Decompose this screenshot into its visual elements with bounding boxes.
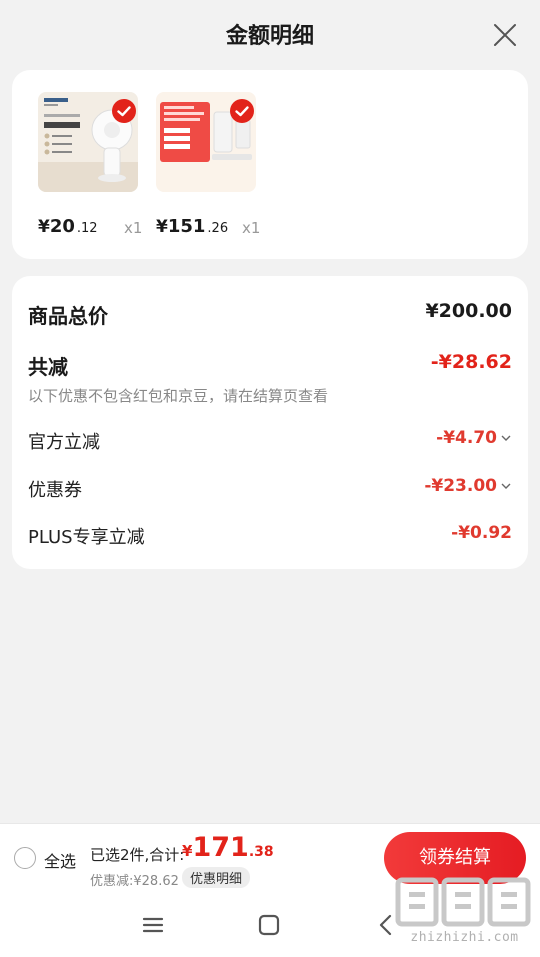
price-integer: 151: [167, 216, 206, 237]
watermark-text: zhizhizhi.com: [410, 930, 519, 945]
header: 金额明细: [0, 0, 540, 68]
watermark-logo-icon: [395, 877, 531, 927]
total-price-label: 商品总价: [28, 304, 108, 328]
discount-amount: -¥0.92: [451, 523, 512, 543]
discount-row-plus: PLUS专享立减 -¥0.92: [28, 523, 512, 549]
price-integer: 20: [49, 216, 75, 237]
discount-detail-button[interactable]: 优惠明细: [182, 867, 251, 888]
close-icon: [494, 24, 516, 46]
chevron-down-icon[interactable]: [500, 432, 512, 444]
price-decimal: .12: [76, 221, 98, 236]
price-decimal: .26: [207, 221, 229, 236]
close-button[interactable]: [490, 20, 520, 50]
select-all-radio[interactable]: [14, 847, 36, 869]
discount-label: PLUS专享立减: [28, 527, 145, 548]
product-price: ¥151.26: [156, 216, 228, 237]
products-card: ¥20.12 x1 ¥151.26 x1: [12, 70, 528, 259]
total-price-row: 商品总价 ¥200.00: [28, 300, 512, 328]
product-quantity: x1: [124, 219, 143, 237]
currency-symbol: ¥: [38, 217, 50, 237]
chevron-down-icon[interactable]: [500, 480, 512, 492]
page-title: 金额明细: [225, 24, 314, 49]
select-all-label[interactable]: 全选: [44, 848, 76, 872]
total-integer: 171: [192, 832, 249, 863]
selected-count: 已选2件,合计:: [90, 846, 185, 864]
currency-symbol: ¥: [156, 217, 168, 237]
currency-symbol: ¥: [182, 842, 193, 860]
selected-check-icon[interactable]: [112, 99, 136, 123]
discount-row-official[interactable]: 官方立减 -¥4.70: [28, 428, 512, 454]
discount-label: 官方立减: [28, 432, 100, 453]
selected-check-icon[interactable]: [230, 99, 254, 123]
discount-summary: 优惠减:¥28.62: [90, 874, 179, 889]
total-reduction-row: 共减 -¥28.62: [28, 351, 512, 379]
total-reduction-value: -¥28.62: [430, 351, 512, 373]
total-price-value: ¥200.00: [425, 300, 512, 322]
grand-total: ¥171.38: [182, 832, 274, 863]
menu-icon[interactable]: [139, 911, 167, 939]
total-reduction-label: 共减: [28, 355, 68, 379]
discount-note: 以下优惠不包含红包和京豆，请在结算页查看: [28, 387, 329, 405]
total-decimal: .38: [248, 844, 274, 860]
discount-value: -¥23.00: [424, 476, 512, 496]
discount-amount: -¥23.00: [424, 476, 497, 496]
discount-label: 优惠券: [28, 480, 82, 501]
discount-value: -¥4.70: [436, 428, 512, 448]
discount-amount: -¥4.70: [436, 428, 497, 448]
product-price: ¥20.12: [38, 216, 98, 237]
discount-row-coupon[interactable]: 优惠券 -¥23.00: [28, 476, 512, 502]
product-quantity: x1: [242, 219, 261, 237]
home-icon[interactable]: [255, 911, 283, 939]
watermark: zhizhizhi.com: [392, 874, 537, 952]
price-summary-card: 商品总价 ¥200.00 共减 -¥28.62 以下优惠不包含红包和京豆，请在结…: [12, 276, 528, 569]
discount-value: -¥0.92: [451, 523, 512, 543]
